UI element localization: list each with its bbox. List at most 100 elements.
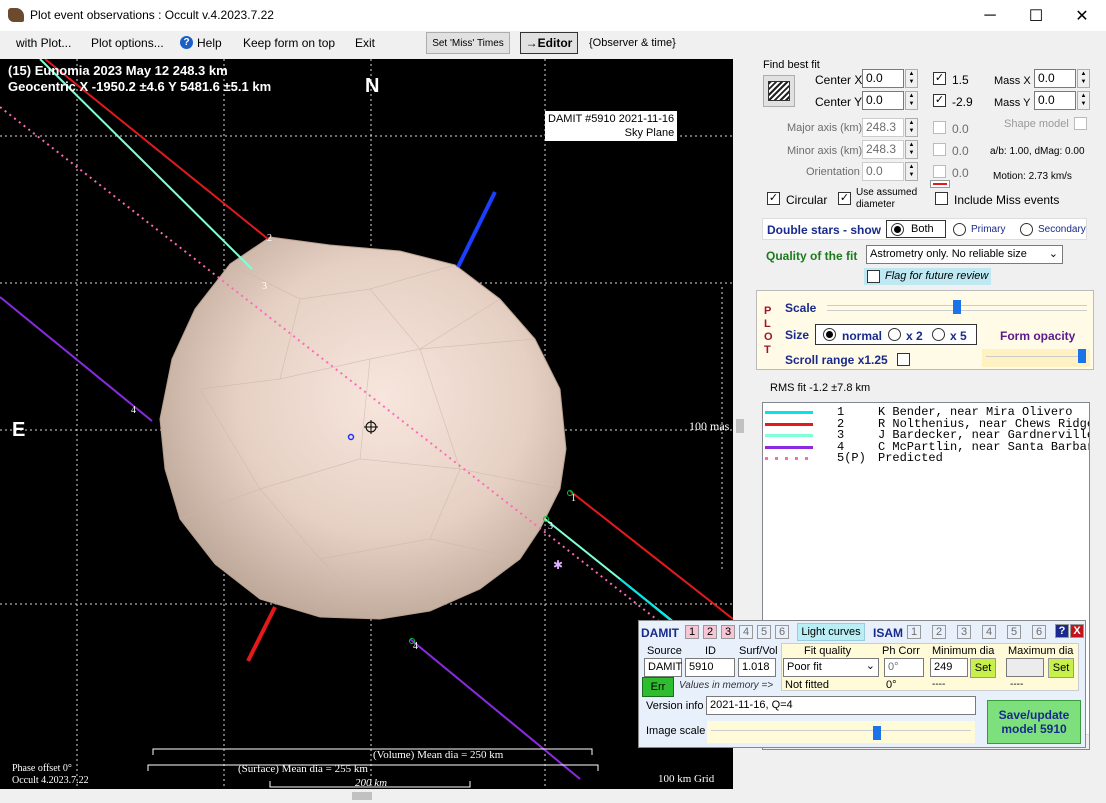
- min-dia-label: Minimum dia: [932, 645, 995, 657]
- isam-model-1[interactable]: 1: [907, 625, 921, 639]
- save-model-button[interactable]: Save/update model 5910: [987, 700, 1081, 744]
- isam-model-3[interactable]: 3: [957, 625, 971, 639]
- damit-model-5[interactable]: 5: [757, 625, 771, 639]
- max-dia-field[interactable]: [1006, 658, 1044, 677]
- orientation-label: Orientation: [806, 166, 860, 178]
- include-miss-checkbox[interactable]: [935, 192, 948, 205]
- size-label: Size: [785, 328, 810, 342]
- both-radio[interactable]: [891, 223, 904, 236]
- editor-button[interactable]: →Editor: [520, 32, 578, 54]
- menu-keep-on-top[interactable]: Keep form on top: [243, 36, 335, 50]
- version-info-field[interactable]: 2021-11-16, Q=4: [706, 696, 976, 715]
- flag-review-row: Flag for future review: [864, 268, 991, 285]
- set-max-dia-button[interactable]: Set: [1048, 658, 1074, 678]
- menu-with-plot[interactable]: with Plot...: [16, 36, 71, 50]
- both-option[interactable]: Both: [886, 220, 946, 238]
- observer-time-label[interactable]: {Observer & time}: [589, 37, 676, 49]
- orientation-spinner[interactable]: ▲ ▼: [905, 162, 918, 181]
- menu-help[interactable]: Help: [197, 36, 222, 50]
- scale-slider-thumb[interactable]: [953, 300, 961, 314]
- damit-model-2[interactable]: 2: [703, 625, 717, 639]
- orientation-input[interactable]: 0.0: [862, 162, 904, 181]
- set-miss-times-button[interactable]: Set 'Miss' Times: [426, 32, 510, 54]
- mass-y-input[interactable]: 0.0: [1034, 91, 1076, 110]
- image-scale-thumb[interactable]: [873, 726, 881, 740]
- fit-quality-select[interactable]: Poor fit ⌄: [783, 658, 879, 677]
- center-y-spinner[interactable]: ▲ ▼: [905, 91, 918, 110]
- list-item[interactable]: 5(P) Predicted: [763, 451, 1089, 465]
- err-button[interactable]: Err: [642, 677, 674, 697]
- size-x2-radio[interactable]: [888, 328, 901, 341]
- surf-vol-field[interactable]: 1.018: [738, 658, 776, 677]
- major-axis-checkbox[interactable]: [933, 121, 946, 134]
- minor-axis-spinner[interactable]: ▲ ▼: [905, 140, 918, 159]
- plot-horizontal-scrollbar[interactable]: [0, 789, 733, 803]
- primary-label: Primary: [971, 224, 1006, 235]
- damit-model-4[interactable]: 4: [739, 625, 753, 639]
- damit-model-6[interactable]: 6: [775, 625, 789, 639]
- maximize-button[interactable]: ☐: [1013, 0, 1059, 31]
- damit-help-button[interactable]: ?: [1055, 624, 1069, 638]
- shape-model-checkbox[interactable]: [1074, 117, 1087, 130]
- color-swatch[interactable]: [930, 180, 950, 188]
- size-normal-radio[interactable]: [823, 328, 836, 341]
- plot-canvas[interactable]: ✱ (15) Eunomia 2023 May 12 248.3 km Geoc…: [0, 59, 733, 790]
- isam-model-2[interactable]: 2: [932, 625, 946, 639]
- surf-vol-label: Surf/Vol: [739, 645, 778, 657]
- menu-plot-options[interactable]: Plot options...: [91, 36, 164, 50]
- damit-model-1[interactable]: 1: [685, 625, 699, 639]
- center-x-spinner[interactable]: ▲ ▼: [905, 69, 918, 88]
- source-field[interactable]: DAMIT: [644, 658, 682, 677]
- flag-review-checkbox[interactable]: [867, 270, 880, 283]
- center-x-input[interactable]: 0.0: [862, 69, 904, 88]
- damit-model-3[interactable]: 3: [721, 625, 735, 639]
- minor-axis-checkbox[interactable]: [933, 143, 946, 156]
- major-axis-input[interactable]: 248.3: [862, 118, 904, 137]
- mass-x-input[interactable]: 0.0: [1034, 69, 1076, 88]
- isam-model-6[interactable]: 6: [1032, 625, 1046, 639]
- use-assumed-checkbox[interactable]: ✓: [838, 192, 851, 205]
- size-x5-radio[interactable]: [932, 328, 945, 341]
- minimize-button[interactable]: ─: [967, 0, 1013, 31]
- ph-corr-fitted: 0°: [886, 679, 897, 691]
- legend-number: 5(P): [837, 451, 866, 465]
- source-label: Source: [647, 645, 682, 657]
- ph-corr-field[interactable]: 0°: [884, 658, 924, 677]
- close-button[interactable]: ✕: [1059, 0, 1105, 31]
- fit-x-checkbox[interactable]: ✓: [933, 72, 946, 85]
- fit-y-checkbox[interactable]: ✓: [933, 94, 946, 107]
- find-best-fit-button[interactable]: [763, 75, 795, 107]
- set-min-dia-button[interactable]: Set: [970, 658, 996, 678]
- damit-close-button[interactable]: X: [1070, 624, 1084, 638]
- scroll-range-checkbox[interactable]: [897, 353, 910, 366]
- major-axis-spinner[interactable]: ▲ ▼: [905, 118, 918, 137]
- secondary-radio[interactable]: [1020, 223, 1033, 236]
- flag-review-label: Flag for future review: [885, 270, 989, 282]
- orientation-checkbox[interactable]: [933, 165, 946, 178]
- circular-checkbox[interactable]: ✓: [767, 192, 780, 205]
- min-dia-field[interactable]: 249: [930, 658, 968, 677]
- id-field[interactable]: 5910: [685, 658, 735, 677]
- scale-slider[interactable]: [827, 300, 1087, 314]
- center-y-input[interactable]: 0.0: [862, 91, 904, 110]
- light-curves-button[interactable]: Light curves: [797, 623, 865, 641]
- isam-model-4[interactable]: 4: [982, 625, 996, 639]
- minor-axis-input[interactable]: 248.3: [862, 140, 904, 159]
- image-scale-slider[interactable]: [707, 721, 975, 743]
- opacity-slider-thumb[interactable]: [1078, 349, 1086, 363]
- quality-select-value: Astrometry only. No reliable size: [870, 248, 1027, 260]
- plot-controls-box: P L O T Scale Size normal x 2 x 5 Form o…: [756, 290, 1094, 370]
- menu-exit[interactable]: Exit: [355, 36, 375, 50]
- phase-offset-label: Phase offset 0°: [12, 763, 72, 774]
- minor-axis-fit: 0.0: [952, 144, 969, 158]
- mass-x-spinner[interactable]: ▲ ▼: [1077, 69, 1090, 88]
- chord-label-3b: 3: [548, 521, 553, 532]
- motion-label: Motion: 2.73 km/s: [993, 171, 1072, 182]
- fit-quality-label: Fit quality: [804, 645, 852, 657]
- opacity-slider[interactable]: [982, 349, 1090, 367]
- scale-mas-label: 100 mas: [689, 419, 730, 433]
- primary-radio[interactable]: [953, 223, 966, 236]
- mass-y-spinner[interactable]: ▲ ▼: [1077, 91, 1090, 110]
- quality-select[interactable]: Astrometry only. No reliable size ⌄: [866, 245, 1063, 264]
- isam-model-5[interactable]: 5: [1007, 625, 1021, 639]
